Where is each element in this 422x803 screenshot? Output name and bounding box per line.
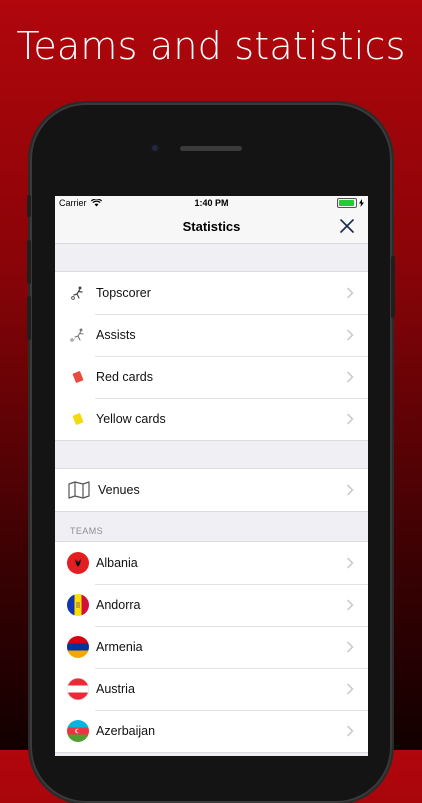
front-camera [150,143,160,153]
stats-row-label: Topscorer [96,286,151,300]
stats-row-red-cards[interactable]: Red cards [55,356,368,398]
team-name: Austria [96,682,135,696]
flag-container [67,636,89,658]
phone-power-button [391,256,395,318]
stats-list: Topscorer Assists Red cards Yellow cards [55,271,368,441]
battery-icon [337,198,357,208]
chevron-right-icon [346,329,354,341]
page-title: Statistics [182,219,241,234]
stats-row-label: Yellow cards [96,412,166,426]
venues-row[interactable]: Venues [55,469,368,511]
app-screen: Carrier 1:40 PM Statistics Topscorer Ass… [55,196,368,756]
soccer-kick-icon [67,282,89,304]
albania-flag-icon [67,552,89,574]
red-card-icon [67,366,89,388]
team-row-azerbaijan[interactable]: Azerbaijan [55,710,368,752]
flag-container [67,720,89,742]
yellow-card-icon [67,408,89,430]
chevron-right-icon [346,484,354,496]
chevron-right-icon [346,725,354,737]
phone-volume-up [27,240,31,284]
team-row-andorra[interactable]: Andorra [55,584,368,626]
flag-container [67,594,89,616]
stats-row-topscorer[interactable]: Topscorer [55,272,368,314]
status-bar: Carrier 1:40 PM [55,196,368,210]
austria-flag-icon [67,678,89,700]
flag-container [67,552,89,574]
chevron-right-icon [346,413,354,425]
navigation-bar: Statistics [55,210,368,244]
venues-list: Venues [55,468,368,512]
teams-list: Albania Andorra Armenia Austria Azerbaij… [55,541,368,753]
chevron-right-icon [346,557,354,569]
chevron-right-icon [346,287,354,299]
armenia-flag-icon [67,636,89,658]
team-name: Andorra [96,598,141,612]
chevron-right-icon [346,371,354,383]
close-icon[interactable] [340,219,354,233]
flag-container [67,678,89,700]
map-icon [67,479,91,501]
stats-row-assists[interactable]: Assists [55,314,368,356]
team-name: Armenia [96,640,143,654]
team-name: Albania [96,556,138,570]
teams-section-header: TEAMS [70,526,104,536]
team-name: Azerbaijan [96,724,156,738]
chevron-right-icon [346,683,354,695]
team-row-albania[interactable]: Albania [55,542,368,584]
stats-row-label: Assists [96,328,136,342]
phone-volume-down [27,296,31,340]
venues-label: Venues [98,483,140,497]
azerbaijan-flag-icon [67,720,89,742]
status-time: 1:40 PM [194,198,229,208]
team-row-armenia[interactable]: Armenia [55,626,368,668]
chevron-right-icon [346,641,354,653]
team-row-austria[interactable]: Austria [55,668,368,710]
stats-row-label: Red cards [96,370,153,384]
promo-headline: Teams and statistics [16,24,406,68]
andorra-flag-icon [67,594,89,616]
stats-row-yellow-cards[interactable]: Yellow cards [55,398,368,440]
chevron-right-icon [346,599,354,611]
assist-pass-icon [67,324,89,346]
earpiece-speaker [180,146,242,151]
phone-mute-switch [27,195,31,217]
